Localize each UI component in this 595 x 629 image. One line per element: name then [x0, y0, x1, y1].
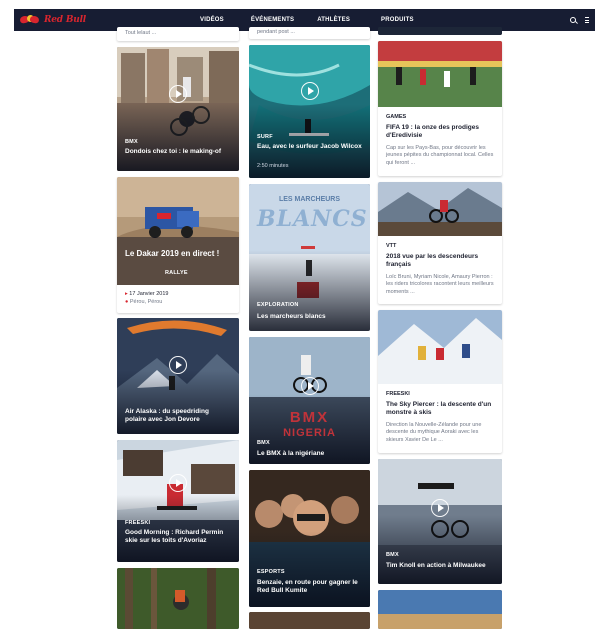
calendar-icon: ▸ [125, 291, 128, 297]
card-tag: SURF [257, 134, 273, 140]
card-description: Tout lelaut ... [125, 30, 157, 36]
card-tag: FREESKI [125, 520, 151, 526]
card-category-badge: RALLYE [165, 270, 188, 276]
card-title: FIFA 19 : la onze des prodiges d'Eredivi… [386, 124, 479, 140]
article-card-sky-piercer[interactable]: FREESKI The Sky Piercer : la descente d'… [378, 310, 502, 453]
card-esports-benzaie[interactable]: ESPORTS Benzaie, en route pour gagner le… [249, 470, 370, 607]
card-description: Direction la Nouvelle-Zélande pour une d… [386, 421, 482, 443]
card-overlay-word: NIGERIA [283, 427, 336, 439]
card-overlay-heading: LES MARCHEURS [278, 196, 341, 203]
card-description: pendant post ... [257, 29, 295, 35]
red-bull-emblem-icon [19, 14, 40, 26]
nav-item-athletes[interactable]: ATHLÈTES [317, 17, 350, 23]
card-image [249, 612, 370, 629]
location-pin-icon: ● [125, 299, 129, 305]
red-bull-logo[interactable]: Red Bull [19, 14, 100, 26]
video-card-air-alaska[interactable]: Air Alaska : du speedriding polaire avec… [117, 318, 239, 434]
card-tag: FREESKI [386, 391, 410, 397]
article-card-fifa[interactable]: GAMES FIFA 19 : la onze des prodiges d'E… [378, 41, 502, 176]
card-image [378, 27, 502, 35]
event-location-row: ● Pérou, Pérou [125, 299, 162, 305]
card-title: Tim Knoll en action à Milwaukee [386, 562, 486, 569]
play-icon[interactable] [169, 356, 187, 374]
card-image [378, 182, 502, 236]
play-icon[interactable] [169, 85, 187, 103]
event-location: Pérou, Pérou [129, 299, 163, 305]
event-date: 17 Janvier 2019 [129, 291, 169, 297]
card-image [378, 590, 502, 629]
event-date-row: ▸ 17 Janvier 2019 [125, 291, 168, 297]
card-image [117, 568, 239, 629]
card-title: Le Dakar 2019 en direct ! [125, 249, 220, 258]
video-card-good-morning[interactable]: FREESKI Good Morning : Richard Permin sk… [117, 440, 239, 562]
play-icon[interactable] [169, 474, 187, 492]
list-item[interactable]: Tout lelaut ... [117, 27, 239, 41]
nav-item-products[interactable]: PRODUITS [381, 17, 414, 23]
list-item[interactable]: pendant post ... [249, 27, 370, 39]
play-icon[interactable] [431, 499, 449, 517]
card-tag: BMX [386, 552, 399, 558]
video-card-tim-knoll[interactable]: BMX Tim Knoll en action à Milwaukee [378, 459, 502, 584]
card-tag: GAMES [386, 114, 407, 120]
card-tag: ESPORTS [257, 569, 285, 575]
play-icon[interactable] [300, 377, 319, 395]
card-image: Le Dakar 2019 en direct ! RALLYE [117, 177, 239, 285]
card-title: Le BMX à la nigériane [257, 450, 325, 457]
card-les-marcheurs-blancs[interactable]: LES MARCHEURS BLANCS EXPLORATION Les mar… [249, 184, 370, 331]
search-icon[interactable] [570, 16, 577, 24]
card-title: 2018 vue par les descendeurs français [386, 253, 479, 269]
card-description: Loïc Bruni, Myriam Nicole, Amaury Pierro… [386, 273, 494, 295]
card-overlay-word: BLANCS [257, 206, 368, 232]
card-tag: BMX [257, 440, 270, 446]
card-title: Air Alaska : du speedriding polaire avec… [125, 408, 209, 424]
card-image [378, 41, 502, 107]
video-duration: 2:50 minutes [257, 163, 289, 169]
card-tag: EXPLORATION [257, 302, 299, 308]
main-nav: VIDÉOS ÉVÉNEMENTS ATHLÈTES PRODUITS [200, 17, 414, 23]
header-actions [570, 16, 589, 24]
card-title: Les marcheurs blancs [257, 313, 326, 320]
menu-icon[interactable] [585, 17, 589, 23]
event-card-dakar[interactable]: Le Dakar 2019 en direct ! RALLYE ▸ 17 Ja… [117, 177, 239, 313]
card-overlay-heading: BMX [289, 409, 330, 426]
card-title: Good Morning : Richard Permin skie sur l… [125, 529, 224, 545]
card-tag: BMX [125, 139, 138, 145]
article-card-vtt[interactable]: VTT 2018 vue par les descendeurs françai… [378, 182, 502, 304]
card-image [378, 310, 502, 384]
card-partial[interactable] [378, 590, 502, 629]
video-card-bmx-nigeria[interactable]: BMX NIGERIA BMX Le BMX à la nigériane [249, 337, 370, 464]
card-title: Eau, avec le surfeur Jacob Wilcox [257, 143, 362, 150]
video-card-surf[interactable]: SURF Eau, avec le surfeur Jacob Wilcox 2… [249, 45, 370, 178]
card-partial[interactable] [249, 612, 370, 629]
video-card-forest[interactable] [117, 568, 239, 629]
video-card-bmx-making-of[interactable]: BMX Dondois chez toi : le making-of [117, 47, 239, 171]
card-title: The Sky Piercer : la descente d'un monst… [386, 401, 492, 417]
play-icon[interactable] [300, 82, 319, 100]
nav-item-videos[interactable]: VIDÉOS [200, 17, 224, 23]
card-description: Cap sur les Pays-Bas, pour découvrir les… [386, 144, 494, 166]
card-title: Benzaie, en route pour gagner le Red Bul… [257, 579, 358, 595]
card-title: Dondois chez toi : le making-of [125, 148, 222, 155]
brand-name: Red Bull [44, 15, 87, 25]
nav-item-events[interactable]: ÉVÉNEMENTS [251, 17, 294, 23]
card-partial[interactable] [378, 27, 502, 35]
card-tag: VTT [386, 243, 397, 249]
